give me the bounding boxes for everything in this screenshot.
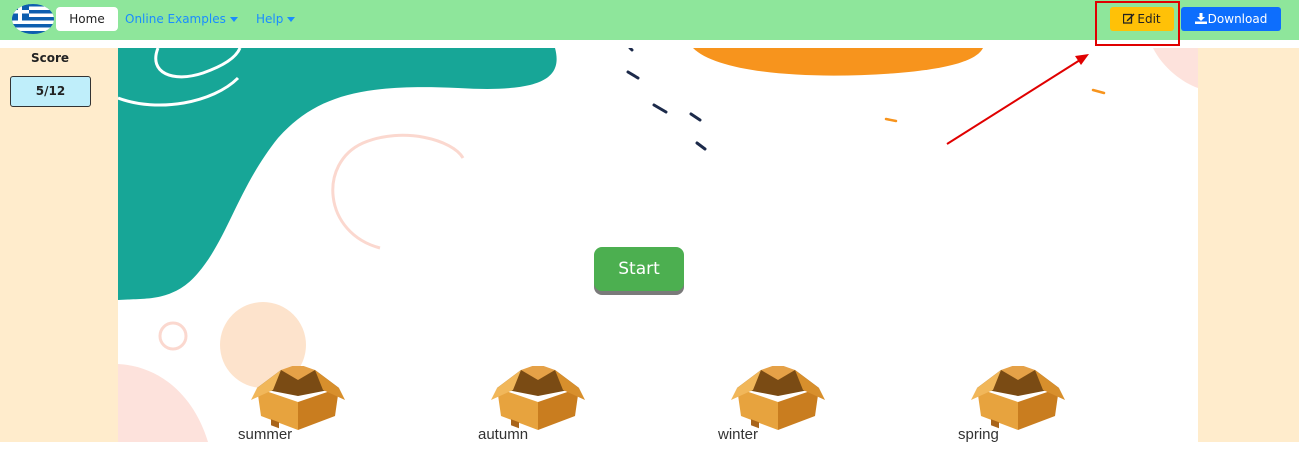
highlight-annotation-box [1095,1,1180,46]
download-button[interactable]: Download [1181,7,1281,31]
online-examples-dropdown[interactable]: Online Examples [125,7,238,31]
right-side-panel [1198,48,1299,442]
left-side-panel [0,48,118,442]
cardboard-box-icon [971,366,1065,430]
start-button[interactable]: Start [594,247,684,291]
box-label: summer [238,426,293,442]
game-stage: Start summer autumn winter spring [118,48,1198,442]
caret-down-icon [229,17,238,22]
answer-box-winter[interactable]: winter [718,366,838,442]
download-label: Download [1207,12,1268,26]
answer-box-autumn[interactable]: autumn [478,366,598,442]
caret-down-icon [287,17,296,22]
help-label: Help [256,12,284,26]
box-label: autumn [478,426,529,442]
download-icon [1194,13,1207,24]
answer-box-spring[interactable]: spring [958,366,1078,442]
score-value: 5/12 [10,76,91,107]
box-label: winter [718,426,759,442]
cardboard-box-icon [251,366,345,430]
cardboard-box-icon [491,366,585,430]
box-label: spring [958,426,999,442]
answer-box-summer[interactable]: summer [238,366,358,442]
greece-flag-icon[interactable] [11,3,55,35]
home-button[interactable]: Home [56,7,118,31]
score-label: Score [30,51,70,65]
help-dropdown[interactable]: Help [256,7,296,31]
online-examples-label: Online Examples [125,12,226,26]
cardboard-box-icon [731,366,825,430]
